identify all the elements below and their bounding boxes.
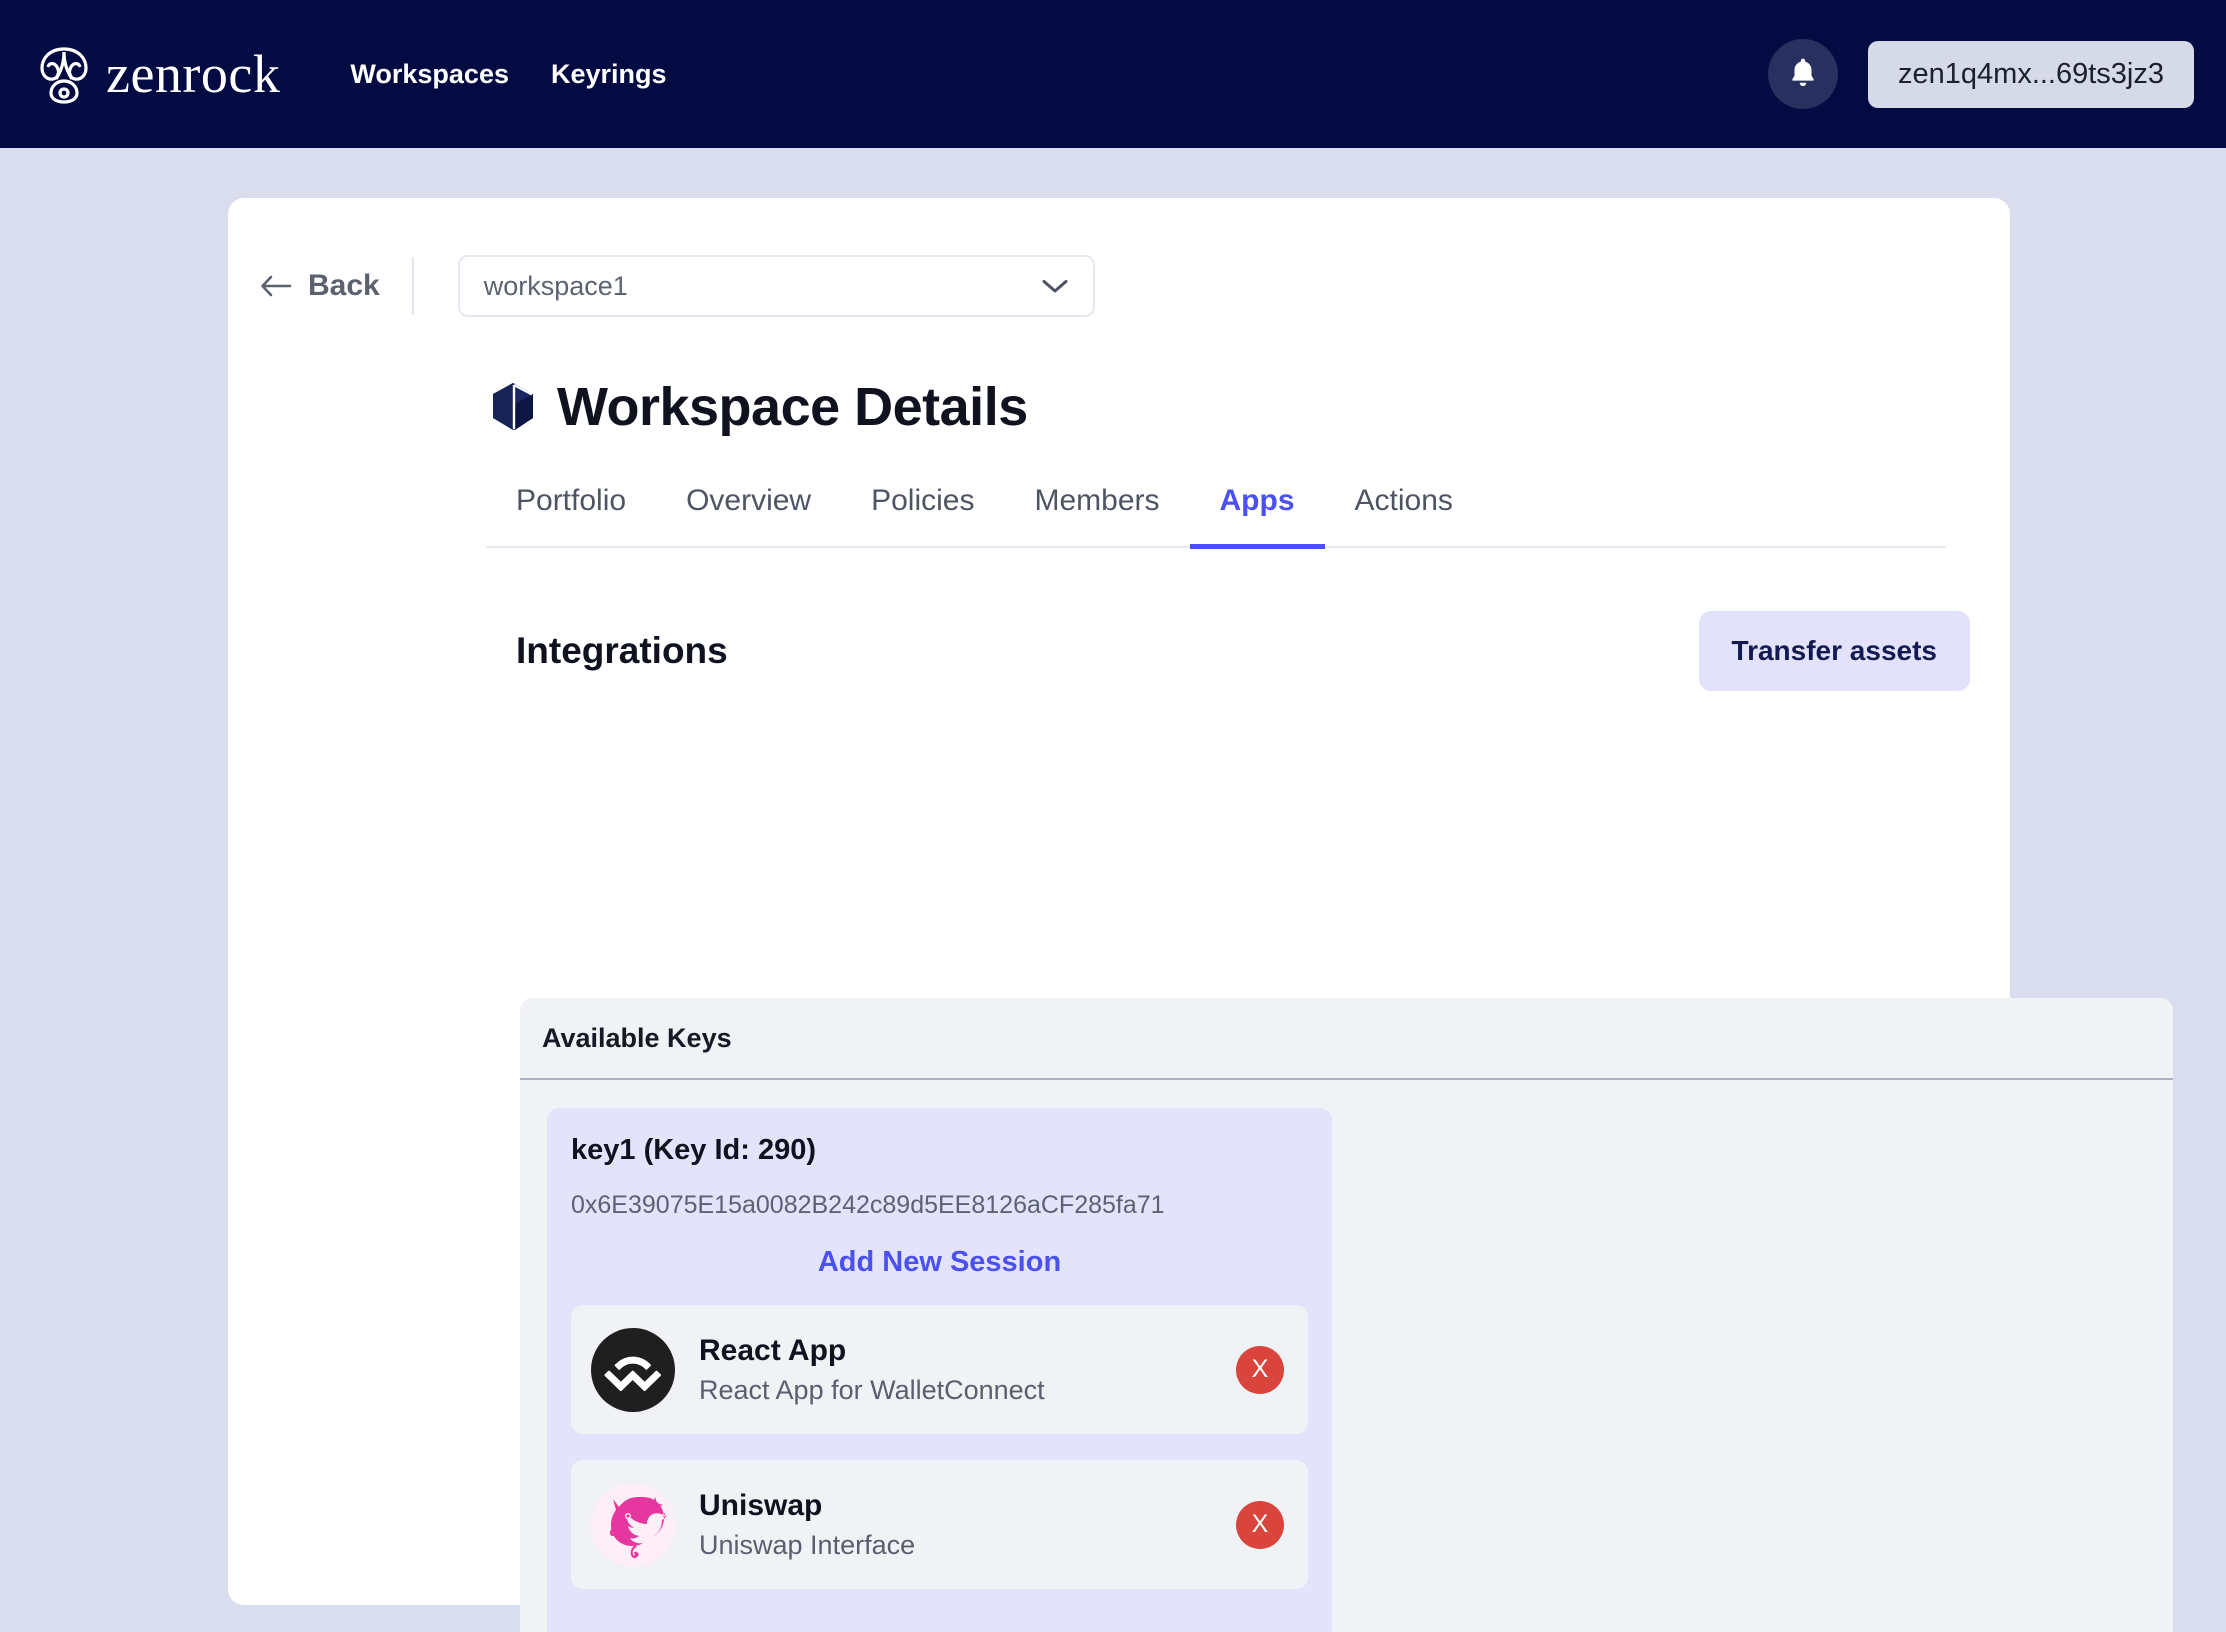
arrow-left-icon <box>260 273 292 299</box>
workspace-select[interactable]: workspace1 <box>457 255 1095 317</box>
session-info: React App React App for WalletConnect <box>699 1334 1236 1406</box>
delete-session-button[interactable]: X <box>1236 1500 1284 1549</box>
tab-portfolio[interactable]: Portfolio <box>486 484 656 549</box>
brand[interactable]: zenrock <box>36 43 280 105</box>
key-address: 0x6E39075E15a0082B242c89d5EE8126aCF285fa… <box>571 1191 1165 1219</box>
session-description: React App for WalletConnect <box>699 1374 1045 1405</box>
session-row-uniswap[interactable]: Uniswap Uniswap Interface X <box>571 1460 1308 1589</box>
tab-apps[interactable]: Apps <box>1189 484 1325 549</box>
back-button[interactable]: Back <box>260 269 412 303</box>
page-title-row: Workspace Details <box>491 376 2010 438</box>
add-new-session-link[interactable]: Add New Session <box>571 1246 1308 1279</box>
walletconnect-icon <box>591 1327 675 1412</box>
session-name: Uniswap <box>699 1488 823 1522</box>
transfer-assets-button[interactable]: Transfer assets <box>1698 611 1970 691</box>
integrations-title: Integrations <box>516 630 728 671</box>
zenrock-logo-icon <box>36 43 92 105</box>
app-root: zenrock Workspaces Keyrings zen1q4mx...6… <box>0 0 2226 1632</box>
navbar-right: zen1q4mx...69ts3jz3 <box>1768 0 2194 148</box>
session-info: Uniswap Uniswap Interface <box>699 1489 1236 1561</box>
back-label: Back <box>308 269 380 302</box>
key-card: key1 (Key Id: 290) 0x6E39075E15a0082B242… <box>547 1108 1332 1632</box>
nav-links: Workspaces Keyrings <box>350 59 666 90</box>
delete-session-button[interactable]: X <box>1236 1345 1284 1394</box>
session-name: React App <box>699 1333 847 1367</box>
tab-actions[interactable]: Actions <box>1325 484 1483 549</box>
available-keys-title: Available Keys <box>542 1022 732 1053</box>
tab-overview[interactable]: Overview <box>656 484 841 549</box>
page-title: Workspace Details <box>557 377 1028 437</box>
nav-link-workspaces[interactable]: Workspaces <box>350 59 509 90</box>
page-header-row: Back workspace1 <box>260 255 2010 317</box>
tab-members[interactable]: Members <box>1004 484 1189 549</box>
available-keys-panel: Available Keys key1 (Key Id: 290) 0x6E39… <box>520 998 2173 1632</box>
available-keys-header: Available Keys <box>520 998 2173 1080</box>
key-name: key1 (Key Id: 290) <box>571 1134 817 1166</box>
top-navbar: zenrock Workspaces Keyrings zen1q4mx...6… <box>0 0 2226 148</box>
session-row-react-app[interactable]: React App React App for WalletConnect X <box>571 1305 1308 1434</box>
tab-bar: Portfolio Overview Policies Members Apps… <box>486 484 1946 549</box>
chevron-down-icon <box>1041 277 1069 295</box>
brand-name: zenrock <box>106 44 281 104</box>
workspace-details-card: Back workspace1 Workspace Details Portfo… <box>228 198 2173 1632</box>
notification-bell-icon <box>1786 55 1820 94</box>
wallet-address-chip[interactable]: zen1q4mx...69ts3jz3 <box>1868 40 2194 108</box>
header-divider <box>411 257 414 315</box>
cube-icon <box>491 382 535 432</box>
uniswap-unicorn-icon <box>591 1482 675 1567</box>
integrations-header: Integrations Transfer assets <box>228 611 2010 691</box>
nav-link-keyrings[interactable]: Keyrings <box>551 59 667 90</box>
workspace-select-value: workspace1 <box>483 270 628 301</box>
tab-policies[interactable]: Policies <box>841 484 1004 549</box>
notification-button[interactable] <box>1768 39 1839 109</box>
session-description: Uniswap Interface <box>699 1529 916 1560</box>
